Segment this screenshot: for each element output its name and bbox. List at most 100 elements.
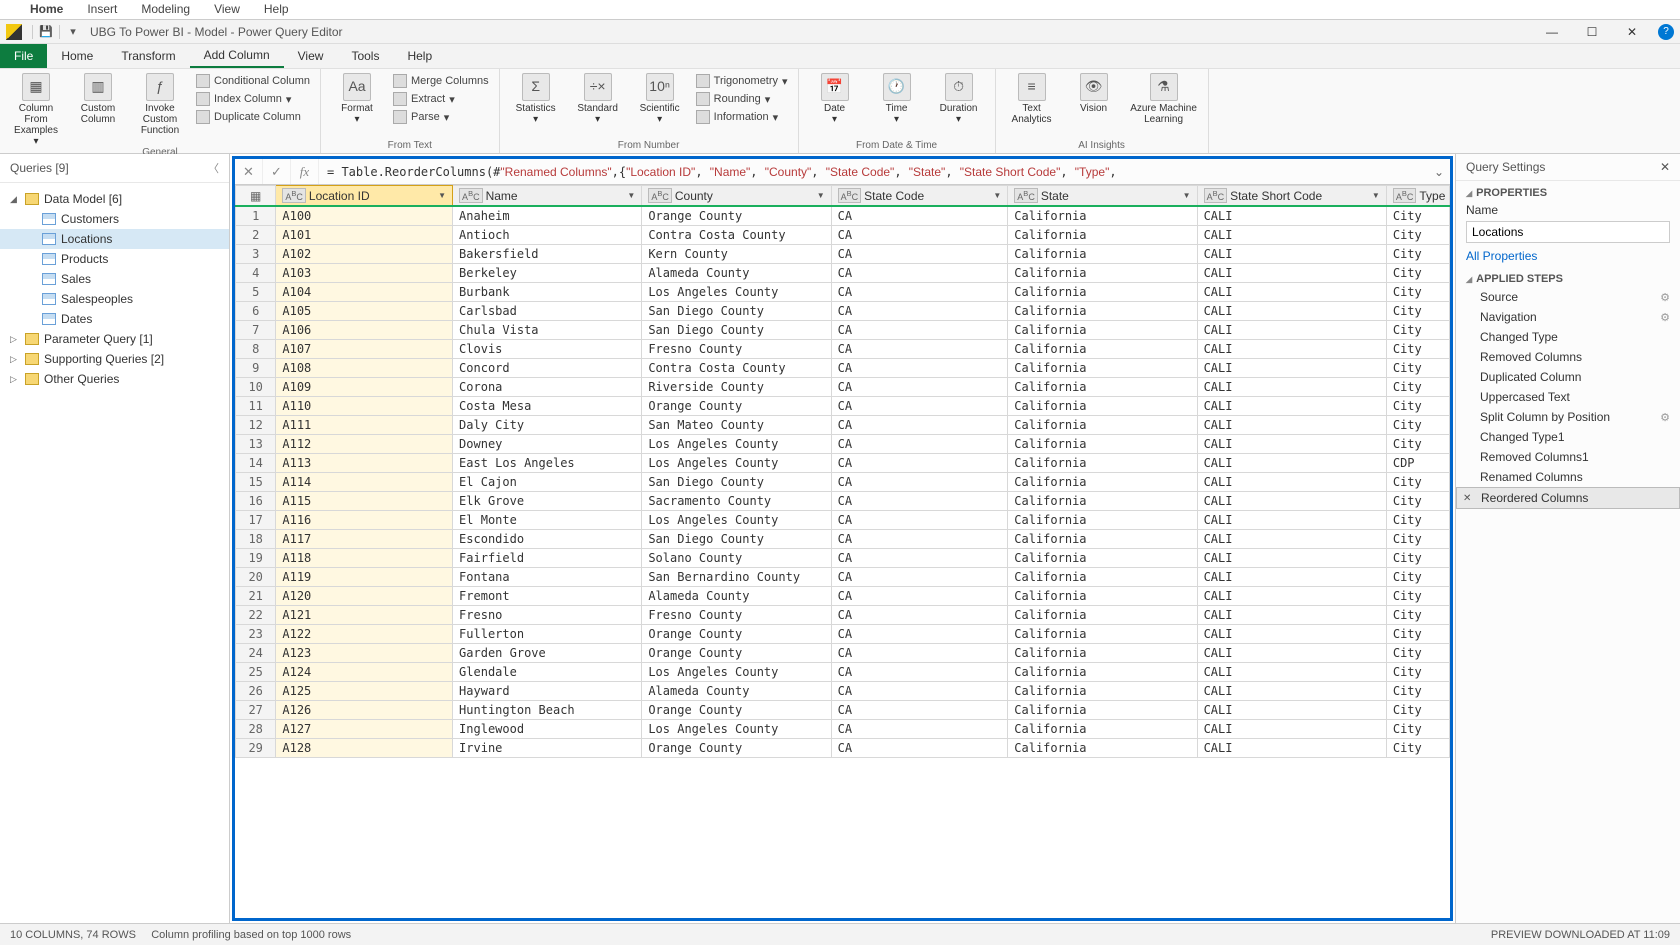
cell[interactable]: A122	[276, 625, 453, 644]
cell[interactable]: CALI	[1197, 454, 1386, 473]
cell[interactable]: City	[1386, 530, 1449, 549]
accept-formula-icon[interactable]: ✓	[263, 159, 291, 184]
table-row[interactable]: 8A107ClovisFresno CountyCACaliforniaCALI…	[236, 340, 1450, 359]
date-button[interactable]: 📅Date ▾	[807, 73, 863, 125]
table-row[interactable]: 14A113East Los AngelesLos Angeles County…	[236, 454, 1450, 473]
cell[interactable]: Downey	[453, 435, 642, 454]
cell[interactable]: A115	[276, 492, 453, 511]
close-settings-icon[interactable]: ✕	[1660, 160, 1670, 174]
cell[interactable]: CALI	[1197, 206, 1386, 226]
cell[interactable]: Riverside County	[642, 378, 831, 397]
cell[interactable]: California	[1008, 283, 1197, 302]
cell[interactable]: Los Angeles County	[642, 663, 831, 682]
row-number[interactable]: 12	[236, 416, 276, 435]
table-row[interactable]: 3A102BakersfieldKern CountyCACaliforniaC…	[236, 245, 1450, 264]
cell[interactable]: A112	[276, 435, 453, 454]
row-number[interactable]: 10	[236, 378, 276, 397]
cell[interactable]: California	[1008, 206, 1197, 226]
query-folder[interactable]: ▷Supporting Queries [2]	[0, 349, 229, 369]
cell[interactable]: California	[1008, 473, 1197, 492]
cell[interactable]: California	[1008, 397, 1197, 416]
cell[interactable]: City	[1386, 701, 1449, 720]
cell[interactable]: Orange County	[642, 625, 831, 644]
cell[interactable]: CA	[831, 530, 1008, 549]
cell[interactable]: Orange County	[642, 397, 831, 416]
cell[interactable]: A124	[276, 663, 453, 682]
rounding-button[interactable]: Rounding ▾	[694, 91, 790, 107]
cell[interactable]: City	[1386, 587, 1449, 606]
cell[interactable]: Anaheim	[453, 206, 642, 226]
app-tab-home[interactable]: Home	[18, 0, 75, 19]
cell[interactable]: California	[1008, 549, 1197, 568]
table-row[interactable]: 12A111Daly CitySan Mateo CountyCACalifor…	[236, 416, 1450, 435]
cell[interactable]: A120	[276, 587, 453, 606]
row-number[interactable]: 27	[236, 701, 276, 720]
cell[interactable]: Contra Costa County	[642, 226, 831, 245]
cell[interactable]: CA	[831, 701, 1008, 720]
cell[interactable]: CALI	[1197, 473, 1386, 492]
cell[interactable]: CALI	[1197, 625, 1386, 644]
cell[interactable]: CA	[831, 359, 1008, 378]
cell[interactable]: California	[1008, 245, 1197, 264]
cell[interactable]: Orange County	[642, 206, 831, 226]
cell[interactable]: California	[1008, 302, 1197, 321]
cell[interactable]: A125	[276, 682, 453, 701]
cell[interactable]: City	[1386, 226, 1449, 245]
cell[interactable]: Bakersfield	[453, 245, 642, 264]
column-header[interactable]: ABCState Short Code▼	[1197, 186, 1386, 207]
cell[interactable]: San Mateo County	[642, 416, 831, 435]
cell[interactable]: Sacramento County	[642, 492, 831, 511]
row-number[interactable]: 9	[236, 359, 276, 378]
cell[interactable]: CA	[831, 416, 1008, 435]
query-item[interactable]: Customers	[0, 209, 229, 229]
table-corner[interactable]: ▦	[236, 186, 276, 207]
cell[interactable]: East Los Angeles	[453, 454, 642, 473]
vision-button[interactable]: 👁Vision	[1066, 73, 1122, 114]
qat-dropdown-icon[interactable]: ▾	[64, 23, 82, 41]
cell[interactable]: El Monte	[453, 511, 642, 530]
cell[interactable]: Fresno County	[642, 606, 831, 625]
cell[interactable]: A111	[276, 416, 453, 435]
cell[interactable]: Chula Vista	[453, 321, 642, 340]
table-row[interactable]: 13A112DowneyLos Angeles CountyCACaliforn…	[236, 435, 1450, 454]
formula-text[interactable]: = Table.ReorderColumns(#"Renamed Columns…	[319, 165, 1428, 179]
all-properties-link[interactable]: All Properties	[1456, 245, 1680, 267]
cell[interactable]: San Bernardino County	[642, 568, 831, 587]
query-folder[interactable]: ▷Other Queries	[0, 369, 229, 389]
cell[interactable]: California	[1008, 701, 1197, 720]
table-row[interactable]: 1A100AnaheimOrange CountyCACaliforniaCAL…	[236, 206, 1450, 226]
cell[interactable]: A116	[276, 511, 453, 530]
cell[interactable]: CALI	[1197, 359, 1386, 378]
cell[interactable]: Concord	[453, 359, 642, 378]
row-number[interactable]: 28	[236, 720, 276, 739]
cell[interactable]: CA	[831, 511, 1008, 530]
maximize-button[interactable]: ☐	[1572, 21, 1612, 43]
row-number[interactable]: 15	[236, 473, 276, 492]
app-tab-insert[interactable]: Insert	[75, 0, 129, 19]
cell[interactable]: CA	[831, 283, 1008, 302]
table-row[interactable]: 26A125HaywardAlameda CountyCACaliforniaC…	[236, 682, 1450, 701]
cell[interactable]: City	[1386, 416, 1449, 435]
table-row[interactable]: 6A105CarlsbadSan Diego CountyCACaliforni…	[236, 302, 1450, 321]
column-header[interactable]: ABCCounty▼	[642, 186, 831, 207]
row-number[interactable]: 14	[236, 454, 276, 473]
cell[interactable]: CALI	[1197, 644, 1386, 663]
cell[interactable]: Los Angeles County	[642, 454, 831, 473]
cell[interactable]: Huntington Beach	[453, 701, 642, 720]
cell[interactable]: Alameda County	[642, 587, 831, 606]
gear-icon[interactable]: ⚙	[1660, 411, 1670, 424]
cell[interactable]: CA	[831, 739, 1008, 758]
table-row[interactable]: 24A123Garden GroveOrange CountyCACalifor…	[236, 644, 1450, 663]
cell[interactable]: Orange County	[642, 701, 831, 720]
cell[interactable]: CALI	[1197, 264, 1386, 283]
cell[interactable]: City	[1386, 739, 1449, 758]
app-tab-help[interactable]: Help	[252, 0, 301, 19]
text-analytics-button[interactable]: ≡Text Analytics	[1004, 73, 1060, 125]
cell[interactable]: CA	[831, 245, 1008, 264]
cell[interactable]: California	[1008, 226, 1197, 245]
cell[interactable]: Escondido	[453, 530, 642, 549]
cell[interactable]: Los Angeles County	[642, 435, 831, 454]
cell[interactable]: City	[1386, 321, 1449, 340]
trigonometry-button[interactable]: Trigonometry ▾	[694, 73, 790, 89]
collapse-queries-icon[interactable]: 〈	[208, 160, 219, 176]
